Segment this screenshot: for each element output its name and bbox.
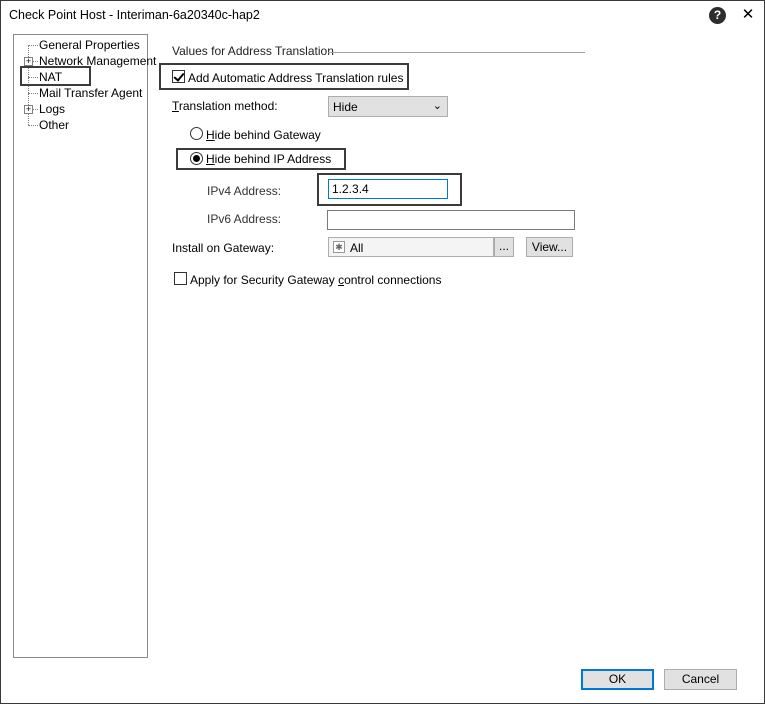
section-title: Values for Address Translation (172, 44, 334, 58)
expand-icon[interactable]: + (24, 105, 33, 114)
navigation-tree: General Properties + Network Management … (13, 34, 156, 658)
title-bar: Check Point Host - Interiman-6a20340c-ha… (1, 1, 764, 31)
hide-behind-gateway-label: Hide behind Gateway (206, 128, 321, 142)
section-divider (328, 52, 585, 53)
help-icon[interactable]: ? (709, 7, 726, 24)
chevron-down-icon: ⌄ (432, 100, 442, 112)
dialog-window: Check Point Host - Interiman-6a20340c-ha… (0, 0, 765, 704)
ipv6-label: IPv6 Address: (207, 212, 282, 226)
tree-item-mail-transfer-agent[interactable]: Mail Transfer Agent (14, 85, 147, 101)
apply-control-connections-checkbox[interactable] (174, 272, 187, 285)
install-on-gateway-label: Install on Gateway: (172, 241, 275, 255)
translation-method-value: Hide (333, 100, 358, 114)
cancel-button[interactable]: Cancel (664, 669, 737, 690)
tree-item-label: Logs (39, 102, 66, 116)
tree-item-general-properties[interactable]: General Properties (14, 37, 147, 53)
translation-method-select[interactable]: Hide ⌄ (328, 96, 448, 117)
ipv4-label: IPv4 Address: (207, 184, 282, 198)
auto-rules-checkbox[interactable] (172, 70, 185, 83)
hide-behind-ip-radio[interactable] (190, 152, 203, 165)
close-icon[interactable]: ✕ (739, 5, 757, 25)
ipv4-address-field[interactable]: 1.2.3.4 (328, 179, 448, 199)
browse-gateway-button[interactable]: ... (494, 237, 514, 257)
expand-icon[interactable]: + (24, 57, 33, 66)
tree-item-other[interactable]: Other (14, 117, 147, 133)
apply-control-connections-label: Apply for Security Gateway control conne… (190, 273, 442, 287)
ok-button[interactable]: OK (581, 669, 654, 690)
nat-highlight-frame (20, 66, 91, 86)
ipv6-address-field[interactable] (327, 210, 575, 230)
install-on-gateway-field: ✱ All (328, 237, 494, 257)
hide-behind-gateway-radio[interactable] (190, 127, 203, 140)
tree-item-label: General Properties (39, 38, 140, 52)
install-on-gateway-value: All (350, 241, 364, 255)
window-title: Check Point Host - Interiman-6a20340c-ha… (9, 8, 260, 22)
tree-item-label: Other (39, 118, 70, 132)
auto-rules-label: Add Automatic Address Translation rules (188, 71, 404, 85)
hide-behind-ip-label: Hide behind IP Address (206, 152, 332, 166)
any-object-icon: ✱ (333, 241, 345, 253)
view-gateway-button[interactable]: View... (526, 237, 573, 257)
tree-item-logs[interactable]: + Logs (14, 101, 147, 117)
translation-method-label: Translation method: (172, 99, 278, 113)
tree-item-label: Mail Transfer Agent (39, 86, 143, 100)
